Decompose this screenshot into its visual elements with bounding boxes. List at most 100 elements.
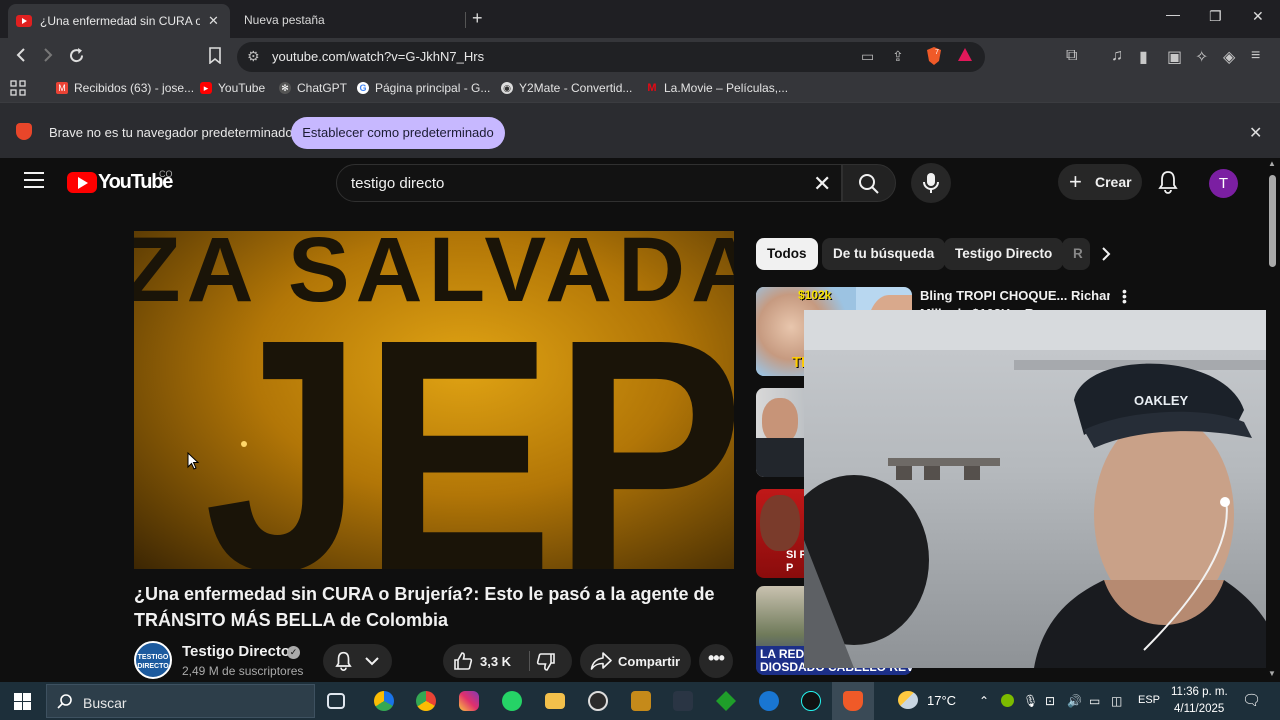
battery-saver-icon[interactable]: ⊡ <box>1045 694 1055 708</box>
instagram-icon[interactable] <box>459 691 479 711</box>
dislike-button[interactable] <box>530 644 572 678</box>
search-button[interactable] <box>842 164 896 202</box>
weather-icon[interactable] <box>898 691 918 709</box>
media-icon[interactable]: ♫ <box>1111 47 1123 65</box>
language-indicator[interactable]: ESP <box>1138 694 1160 706</box>
video-title: ¿Una enfermedad sin CURA o Brujería?: Es… <box>134 584 715 630</box>
tiktok-icon[interactable] <box>801 691 821 711</box>
youtube-logo-icon[interactable] <box>67 172 97 193</box>
search-query[interactable]: testigo directo <box>351 175 444 192</box>
tab-new-tab[interactable]: Nueva pestaña <box>244 5 454 34</box>
chevron-up-icon[interactable]: ⌃ <box>979 694 989 708</box>
scroll-up-icon[interactable]: ▲ <box>1268 159 1276 168</box>
search-icon <box>859 174 879 194</box>
leo-ai-icon[interactable]: ✧ <box>1195 47 1208 67</box>
scrollbar-thumb[interactable] <box>1269 175 1276 267</box>
y2mate-icon: ◉ <box>501 82 513 94</box>
bookmark-lamovie[interactable]: M La.Movie – Películas,... <box>646 81 788 95</box>
wallet-icon[interactable]: ▣ <box>1167 47 1182 67</box>
share-icon[interactable]: ⇪ <box>892 48 904 65</box>
side-panel-icon[interactable]: ▮ <box>1139 47 1148 67</box>
browser-tab-strip: ¿Una enfermedad sin CURA o Brujería? ✕ N… <box>0 0 1280 38</box>
vpn-icon[interactable]: ◈ <box>1223 47 1235 67</box>
taskbar-search-input[interactable]: Buscar <box>46 684 315 718</box>
subscribed-notifications-button[interactable] <box>323 644 392 678</box>
more-actions-button[interactable]: ••• <box>699 644 733 678</box>
chatgpt-icon: ✻ <box>279 82 291 94</box>
default-browser-infobar: Brave no es tu navegador predeterminado … <box>0 102 1280 158</box>
create-button[interactable]: + Crear <box>1058 164 1142 200</box>
voice-search-button[interactable] <box>911 163 951 203</box>
game-app-icon[interactable] <box>631 691 651 711</box>
minimize-icon[interactable]: — <box>1166 6 1180 22</box>
clock-date[interactable]: 4/11/2025 <box>1174 703 1224 715</box>
chip-todos[interactable]: Todos <box>756 238 818 270</box>
bookmark-y2mate[interactable]: ◉ Y2Mate - Convertid... <box>501 81 632 95</box>
channel-name[interactable]: Testigo Directo <box>182 643 290 660</box>
chrome-canary-icon[interactable] <box>374 691 394 711</box>
account-avatar[interactable]: T <box>1209 169 1238 198</box>
chips-next-icon[interactable] <box>1100 246 1112 262</box>
cast-icon[interactable]: ▭ <box>861 48 874 65</box>
share-button[interactable]: Compartir <box>580 644 691 678</box>
chrome-icon[interactable] <box>416 691 436 711</box>
suggestion-more-icon[interactable]: • • • <box>1122 284 1127 308</box>
search-input[interactable]: testigo directo ✕ <box>336 164 842 202</box>
set-default-button[interactable]: Establecer como predeterminado <box>291 117 505 149</box>
bookmark-chatgpt[interactable]: ✻ ChatGPT <box>279 81 347 95</box>
hp-support-icon[interactable] <box>759 691 779 711</box>
bookmark-youtube[interactable]: ▸ YouTube <box>200 81 265 95</box>
task-view-icon[interactable] <box>327 693 345 709</box>
battery-icon[interactable]: ▭ <box>1089 694 1100 708</box>
file-explorer-icon[interactable] <box>545 693 565 709</box>
brave-shields-icon[interactable]: 7 <box>925 46 943 66</box>
brave-taskbar-button[interactable] <box>832 682 874 720</box>
thumbnail-tag: $102k <box>798 288 832 302</box>
maximize-icon[interactable]: ❐ <box>1209 8 1222 25</box>
obs-icon[interactable] <box>588 691 608 711</box>
channel-avatar[interactable]: TESTIGO DIRECTO <box>134 641 172 679</box>
notifications-bell-icon[interactable] <box>1157 170 1179 194</box>
bookmark-gmail[interactable]: M Recibidos (63) - jose... <box>56 81 194 95</box>
bookmark-icon[interactable] <box>208 47 222 64</box>
tab-youtube-video[interactable]: ¿Una enfermedad sin CURA o Brujería? ✕ <box>8 4 230 38</box>
scroll-down-icon[interactable]: ▼ <box>1268 669 1276 678</box>
chip-partial[interactable]: R <box>1062 238 1090 270</box>
tray-app-icon[interactable] <box>1001 694 1014 707</box>
like-button[interactable]: 3,3 K <box>443 644 528 678</box>
windows-start-icon[interactable] <box>14 693 31 710</box>
rhythm-game-icon[interactable] <box>716 691 736 711</box>
video-player[interactable]: ZA SALVADA JEP <box>134 231 734 569</box>
site-settings-icon[interactable]: ⚙ <box>247 48 260 65</box>
menu-icon[interactable]: ≡ <box>1251 47 1260 65</box>
mouse-cursor-icon <box>187 452 199 470</box>
guide-menu-icon[interactable] <box>24 172 44 193</box>
temperature[interactable]: 17°C <box>927 693 956 708</box>
back-icon[interactable] <box>14 47 28 63</box>
bookmark-google[interactable]: G Página principal - G... <box>357 81 490 95</box>
forward-icon[interactable] <box>41 47 55 63</box>
chip-testigo-directo[interactable]: Testigo Directo <box>944 238 1064 270</box>
video-frame: ZA SALVADA JEP <box>134 231 734 569</box>
chip-de-tu-busqueda[interactable]: De tu búsqueda <box>822 238 946 270</box>
whatsapp-icon[interactable] <box>502 691 522 711</box>
microphone-tray-icon[interactable]: 🎙 <box>1023 694 1038 708</box>
clear-search-icon[interactable]: ✕ <box>813 171 831 197</box>
url-text[interactable]: youtube.com/watch?v=G-JkhN7_Hrs <box>272 49 484 64</box>
reload-icon[interactable] <box>68 47 85 64</box>
network-icon[interactable]: ◫ <box>1111 694 1122 708</box>
brave-rewards-icon[interactable] <box>957 46 973 64</box>
new-tab-plus-icon[interactable]: + <box>472 8 483 29</box>
app-launcher-icon[interactable] <box>673 691 693 711</box>
address-bar[interactable]: ⚙ youtube.com/watch?v=G-JkhN7_Hrs ▭ ⇪ 7 <box>237 42 985 72</box>
close-tab-icon[interactable]: ✕ <box>208 13 219 29</box>
share-arrow-icon <box>590 652 612 670</box>
apps-grid-icon[interactable] <box>10 80 26 96</box>
close-infobar-icon[interactable]: ✕ <box>1249 123 1262 143</box>
suggestion-title[interactable]: Bling TROPI CHOQUE... Richard <box>920 288 1110 303</box>
close-window-icon[interactable]: ✕ <box>1252 8 1264 25</box>
sidebar-toggle-icon[interactable]: ⧉ <box>1066 47 1077 65</box>
volume-icon[interactable]: 🔊 <box>1067 694 1082 708</box>
notifications-icon[interactable]: 🗨 <box>1242 691 1261 709</box>
clock-time[interactable]: 11:36 p. m. <box>1171 686 1228 698</box>
